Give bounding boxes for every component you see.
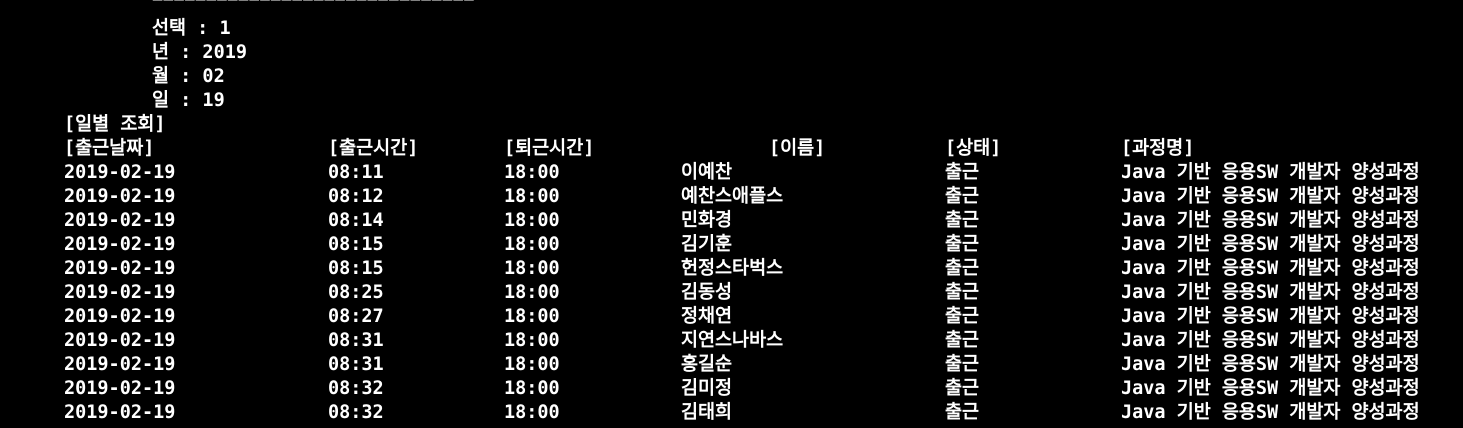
cell-check-out: 18:00 [504, 210, 560, 231]
header-check-out: [퇴근시간] [504, 138, 595, 159]
cell-status: 출근 [945, 354, 980, 375]
cell-check-out: 18:00 [504, 258, 560, 279]
table-row: 2019-02-19 08:31 18:00 지연스나바스 출근 Java 기반 응용SW… [0, 329, 1463, 353]
cell-check-in: 08:12 [328, 186, 384, 207]
header-course: [과정명] [1121, 138, 1195, 159]
cell-course: Java 기반 응용SW 개발자 양성과정 [1121, 378, 1420, 399]
cell-name: 이예찬 [681, 162, 733, 183]
table-row: 2019-02-19 08:25 18:00 김동성 출근 Java 기반 응용SW 개발… [0, 281, 1463, 305]
cell-date: 2019-02-19 [64, 282, 176, 303]
cell-status: 출근 [945, 234, 980, 255]
cell-check-in: 08:25 [328, 282, 384, 303]
cell-check-out: 18:00 [504, 378, 560, 399]
cell-name: 김동성 [681, 282, 733, 303]
cell-check-in: 08:31 [328, 330, 384, 351]
cell-date: 2019-02-19 [64, 210, 176, 231]
table-row: 2019-02-19 08:32 18:00 김태희 출근 Java 기반 응용SW 개발… [0, 401, 1463, 425]
cell-status: 출근 [945, 282, 980, 303]
cell-name: 김미정 [681, 378, 733, 399]
table-header: [출근날짜] [출근시간] [퇴근시간] [이름] [상태] [과정명] [0, 137, 1463, 161]
cell-name: 예찬스애플스 [681, 186, 784, 207]
cell-name: 홍길순 [681, 354, 733, 375]
cell-check-in: 08:27 [328, 306, 384, 327]
cell-course: Java 기반 응용SW 개발자 양성과정 [1121, 354, 1420, 375]
header-name: [이름] [769, 138, 826, 159]
cell-check-out: 18:00 [504, 402, 560, 423]
cell-check-in: 08:32 [328, 402, 384, 423]
table-row: 2019-02-19 08:11 18:00 이예찬 출근 Java 기반 응용SW 개발… [0, 161, 1463, 185]
cell-check-in: 08:31 [328, 354, 384, 375]
cell-status: 출근 [945, 378, 980, 399]
cell-check-in: 08:11 [328, 162, 384, 183]
cell-check-in: 08:32 [328, 378, 384, 399]
console-window: ============================== 선택 : 1 년 … [0, 0, 1463, 428]
cell-status: 출근 [945, 402, 980, 423]
table-row: 2019-02-19 08:15 18:00 헌정스타벅스 출근 Java 기반 응용SW… [0, 257, 1463, 281]
cell-course: Java 기반 응용SW 개발자 양성과정 [1121, 330, 1420, 351]
cell-date: 2019-02-19 [64, 402, 176, 423]
cell-check-in: 08:15 [328, 234, 384, 255]
header-status: [상태] [945, 138, 1002, 159]
cell-date: 2019-02-19 [64, 162, 176, 183]
cell-course: Java 기반 응용SW 개발자 양성과정 [1121, 402, 1420, 423]
cell-course: Java 기반 응용SW 개발자 양성과정 [1121, 282, 1420, 303]
cell-course: Java 기반 응용SW 개발자 양성과정 [1121, 162, 1420, 183]
cell-status: 출근 [945, 306, 980, 327]
cell-status: 출근 [945, 330, 980, 351]
table-row: 2019-02-19 08:15 18:00 김기훈 출근 Java 기반 응용SW 개발… [0, 233, 1463, 257]
cell-date: 2019-02-19 [64, 354, 176, 375]
cell-status: 출근 [945, 186, 980, 207]
cell-course: Java 기반 응용SW 개발자 양성과정 [1121, 306, 1420, 327]
cell-date: 2019-02-19 [64, 378, 176, 399]
cell-check-out: 18:00 [504, 234, 560, 255]
day-prompt: 일 : 19 [152, 90, 225, 111]
cell-check-out: 18:00 [504, 282, 560, 303]
table-row: 2019-02-19 08:27 18:00 정채연 출근 Java 기반 응용SW 개발… [0, 305, 1463, 329]
header-check-in: [출근시간] [328, 138, 419, 159]
cell-check-out: 18:00 [504, 306, 560, 327]
cell-course: Java 기반 응용SW 개발자 양성과정 [1121, 186, 1420, 207]
cell-name: 정채연 [681, 306, 733, 327]
separator-line: ============================== [152, 0, 475, 10]
cell-name: 김태희 [681, 402, 733, 423]
cell-name: 민화경 [681, 210, 733, 231]
cell-check-out: 18:00 [504, 354, 560, 375]
table-row: 2019-02-19 08:14 18:00 민화경 출근 Java 기반 응용SW 개발… [0, 209, 1463, 233]
select-prompt: 선택 : 1 [152, 18, 231, 39]
cell-name: 지연스나바스 [681, 330, 784, 351]
cell-date: 2019-02-19 [64, 306, 176, 327]
cell-course: Java 기반 응용SW 개발자 양성과정 [1121, 234, 1420, 255]
cell-course: Java 기반 응용SW 개발자 양성과정 [1121, 210, 1420, 231]
cell-check-out: 18:00 [504, 330, 560, 351]
cell-date: 2019-02-19 [64, 330, 176, 351]
cell-date: 2019-02-19 [64, 234, 176, 255]
cell-check-out: 18:00 [504, 186, 560, 207]
cell-name: 헌정스타벅스 [681, 258, 784, 279]
year-prompt: 년 : 2019 [152, 42, 247, 63]
cell-check-in: 08:15 [328, 258, 384, 279]
cell-status: 출근 [945, 258, 980, 279]
table-row: 2019-02-19 08:32 18:00 김미정 출근 Java 기반 응용SW 개발… [0, 377, 1463, 401]
table-row: 2019-02-19 08:12 18:00 예찬스애플스 출근 Java 기반 응용SW… [0, 185, 1463, 209]
cell-check-out: 18:00 [504, 162, 560, 183]
cell-status: 출근 [945, 210, 980, 231]
month-prompt: 월 : 02 [152, 66, 225, 87]
cell-course: Java 기반 응용SW 개발자 양성과정 [1121, 258, 1420, 279]
cell-status: 출근 [945, 162, 980, 183]
cell-check-in: 08:14 [328, 210, 384, 231]
header-date: [출근날짜] [64, 138, 155, 159]
cell-date: 2019-02-19 [64, 186, 176, 207]
cell-date: 2019-02-19 [64, 258, 176, 279]
table-row: 2019-02-19 08:31 18:00 홍길순 출근 Java 기반 응용SW 개발… [0, 353, 1463, 377]
section-title: [일별 조회] [64, 114, 166, 135]
cell-name: 김기훈 [681, 234, 733, 255]
